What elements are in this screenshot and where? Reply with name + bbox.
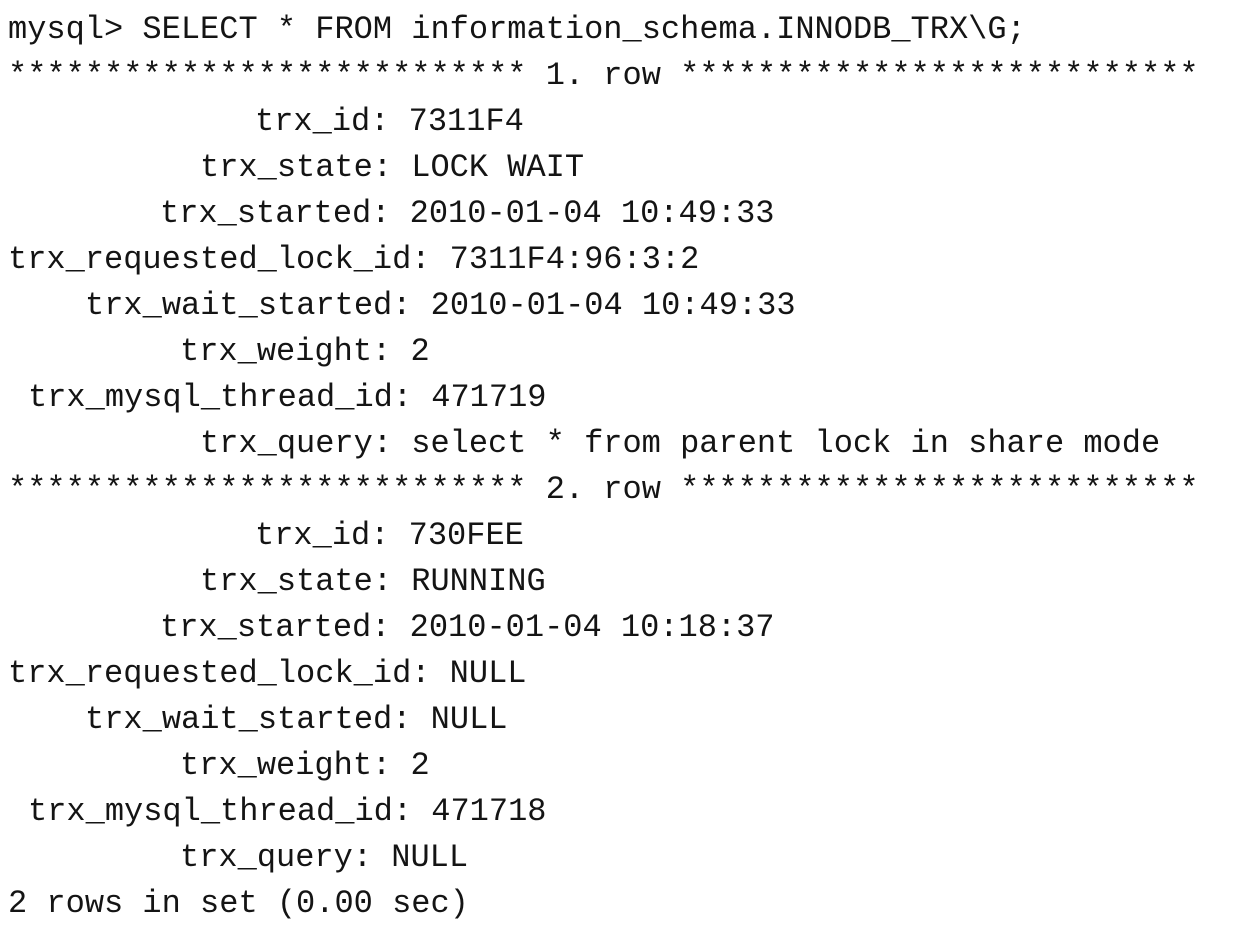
sql-command: SELECT * FROM information_schema.INNODB_… <box>142 11 1026 48</box>
command-line: mysql> SELECT * FROM information_schema.… <box>8 7 1026 53</box>
field-value: 2010-01-04 10:18:37 <box>409 609 775 646</box>
field-value: 7311F4 <box>408 103 524 140</box>
field-value: 471719 <box>431 379 547 416</box>
field-label: trx_query: <box>180 839 373 876</box>
field-row: trx_wait_started: NULL <box>85 697 507 743</box>
field-row: trx_requested_lock_id: 7311F4:96:3:2 <box>8 237 699 283</box>
field-label: trx_weight: <box>180 333 392 370</box>
field-value: 7311F4:96:3:2 <box>449 241 700 278</box>
field-row: trx_started: 2010-01-04 10:49:33 <box>160 191 775 237</box>
field-label: trx_started: <box>160 609 391 646</box>
field-label: trx_started: <box>160 195 391 232</box>
field-value: NULL <box>449 655 527 692</box>
field-value: 2010-01-04 10:49:33 <box>430 287 796 324</box>
field-value: 471718 <box>431 793 547 830</box>
field-row: trx_weight: 2 <box>180 329 430 375</box>
field-row: trx_state: RUNNING <box>200 559 546 605</box>
result-summary: 2 rows in set (0.00 sec) <box>8 885 469 922</box>
field-label: trx_mysql_thread_id: <box>28 379 413 416</box>
field-row: trx_requested_lock_id: NULL <box>8 651 526 697</box>
field-label: trx_requested_lock_id: <box>8 655 431 692</box>
field-row: trx_started: 2010-01-04 10:18:37 <box>160 605 775 651</box>
field-row: trx_query: NULL <box>180 835 468 881</box>
field-label: trx_id: <box>255 103 390 140</box>
field-value: NULL <box>430 701 508 738</box>
field-value: RUNNING <box>411 563 546 600</box>
field-value: 2010-01-04 10:49:33 <box>409 195 775 232</box>
field-value: NULL <box>391 839 469 876</box>
field-value: LOCK WAIT <box>411 149 585 186</box>
row-header: *************************** 2. row *****… <box>8 471 1199 508</box>
field-label: trx_weight: <box>180 747 392 784</box>
field-row: trx_mysql_thread_id: 471718 <box>28 789 546 835</box>
field-row: trx_query: select * from parent lock in … <box>200 421 1160 467</box>
field-row: trx_weight: 2 <box>180 743 430 789</box>
field-label: trx_state: <box>200 149 393 186</box>
field-label: trx_wait_started: <box>85 287 412 324</box>
field-value: 2 <box>410 333 430 370</box>
field-label: trx_requested_lock_id: <box>8 241 431 278</box>
field-row: trx_wait_started: 2010-01-04 10:49:33 <box>85 283 796 329</box>
field-label: trx_id: <box>255 517 390 554</box>
mysql-prompt: mysql> <box>8 11 124 48</box>
field-label: trx_query: <box>200 425 393 462</box>
field-row: trx_id: 730FEE <box>255 513 524 559</box>
field-row: trx_id: 7311F4 <box>255 99 524 145</box>
field-value: select * from parent lock in share mode <box>411 425 1161 462</box>
field-row: trx_state: LOCK WAIT <box>200 145 584 191</box>
row-header: *************************** 1. row *****… <box>8 57 1199 94</box>
field-label: trx_mysql_thread_id: <box>28 793 413 830</box>
field-label: trx_wait_started: <box>85 701 412 738</box>
field-row: trx_mysql_thread_id: 471719 <box>28 375 546 421</box>
field-value: 730FEE <box>408 517 524 554</box>
field-value: 2 <box>410 747 430 784</box>
field-label: trx_state: <box>200 563 393 600</box>
